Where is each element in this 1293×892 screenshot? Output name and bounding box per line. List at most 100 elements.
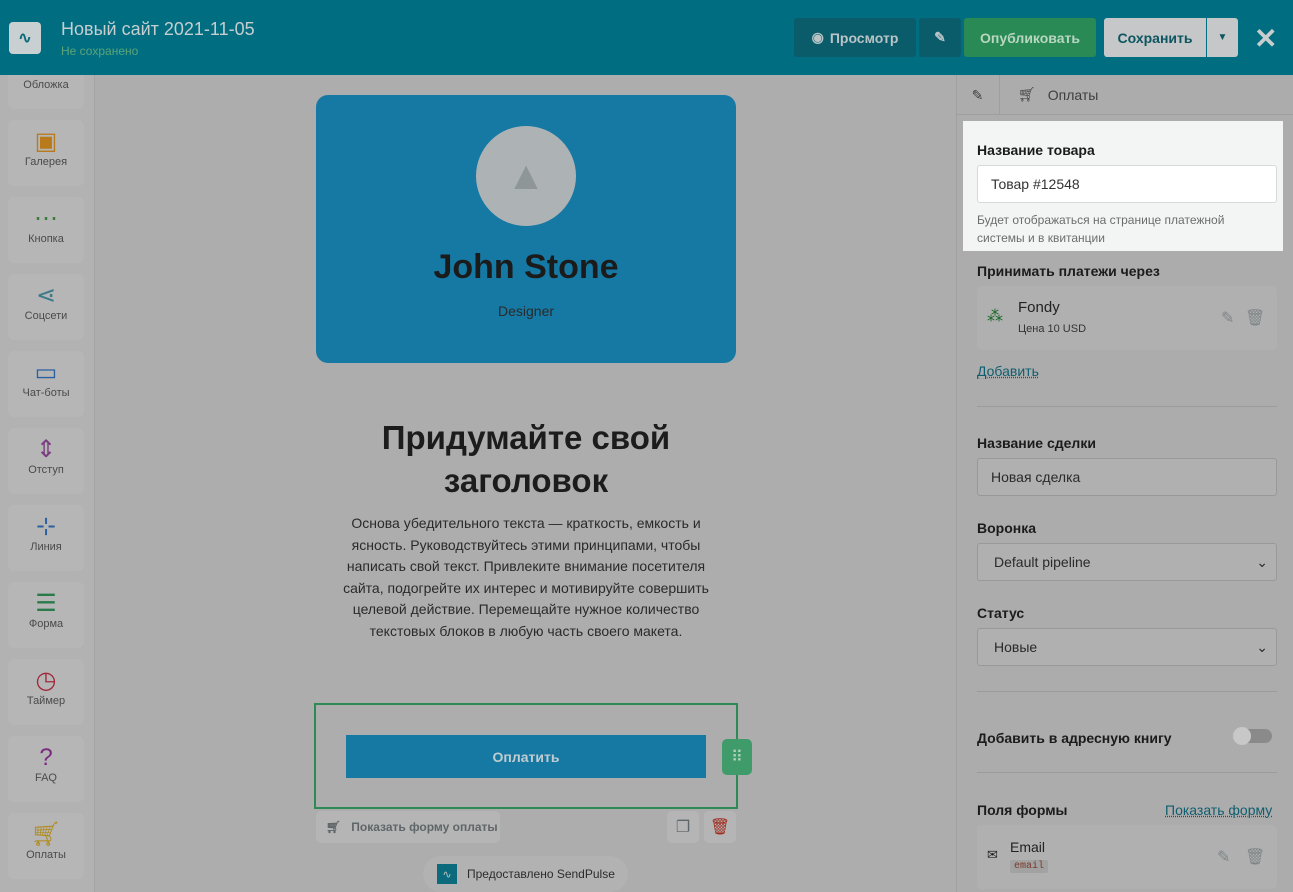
add-provider-link[interactable]: Добавить [977, 363, 1039, 379]
chevron-down-icon: ⌄ [1256, 553, 1268, 570]
publish-button[interactable]: Опубликовать [964, 18, 1096, 57]
deal-name-label: Название сделки [977, 435, 1096, 451]
top-bar: ∿ Новый сайт 2021-11-05 Не сохранено ◉ Пр… [0, 0, 1293, 75]
show-payment-form-button[interactable]: 🛒︎ Показать форму оплаты [316, 811, 500, 843]
product-name-label: Название товара [977, 142, 1095, 158]
sidebar-item-share[interactable]: ⋖ Соцсети [8, 274, 84, 340]
address-book-toggle[interactable] [1233, 727, 1272, 745]
show-form-label: Показать форму оплаты [351, 820, 498, 834]
cart-icon: 🛒︎ [1018, 86, 1036, 102]
sidebar-item-label: Обложка [23, 79, 69, 91]
address-book-label: Добавить в адресную книгу [977, 730, 1172, 746]
divider [977, 772, 1277, 773]
envelope-icon: ✉ [987, 847, 998, 862]
copy-icon[interactable]: ❐ [667, 811, 699, 843]
design-tools-button[interactable]: ✎ [919, 18, 961, 57]
divider [977, 406, 1277, 407]
save-button[interactable]: Сохранить [1104, 18, 1206, 57]
trash-icon[interactable]: 🗑︎ [1245, 308, 1265, 328]
pencil-icon[interactable]: ✎ [1217, 847, 1230, 867]
drag-handle-icon[interactable]: ⠿ [722, 739, 752, 775]
save-status: Не сохранено [61, 44, 139, 58]
sidebar-item-form[interactable]: ☰ Форма [8, 582, 84, 648]
site-title: Новый сайт 2021-11-05 [61, 19, 255, 39]
close-icon[interactable]: ✕ [1254, 22, 1277, 55]
deal-name-input[interactable]: Новая сделка [977, 458, 1277, 496]
status-select[interactable]: Новые ⌄ [977, 628, 1277, 666]
sidebar-item-cover[interactable]: ◠Обложка [8, 75, 84, 109]
pencil-icon[interactable]: ✎ [1221, 308, 1234, 328]
sidebar-item-gallery[interactable]: ▣ Галерея [8, 120, 84, 186]
faq-icon: ? [39, 744, 53, 771]
show-form-link[interactable]: Показать форму [1165, 802, 1272, 818]
sidebar-item-button[interactable]: ⋯ Кнопка [8, 197, 84, 263]
sidebar-item-label: Галерея [24, 156, 68, 168]
status-label: Статус [977, 605, 1025, 621]
funnel-label: Воронка [977, 520, 1037, 536]
funnel-select[interactable]: Default pipeline ⌄ [977, 543, 1277, 581]
sidebar-item-label: Отступ [28, 464, 64, 476]
sendpulse-logo-icon: ∿ [437, 864, 457, 884]
caret-down-icon: ▼ [1217, 32, 1228, 43]
form-fields-label: Поля формы [977, 802, 1068, 818]
provider-price: Цена 10 USD [1018, 323, 1087, 335]
sendpulse-logo-icon[interactable]: ∿ [9, 22, 41, 54]
line-icon: ⊹ [35, 513, 57, 540]
accept-payments-label: Принимать платежи через [977, 263, 1160, 279]
sidebar-item-label: Таймер [26, 695, 66, 707]
image-placeholder-icon[interactable]: ▲ [476, 126, 576, 226]
sidebar-item-chat[interactable]: ▭ Чат-боты [8, 351, 84, 417]
headline-text[interactable]: Придумайте свой заголовок [316, 416, 736, 502]
field-tag: email [1010, 860, 1049, 873]
trash-icon[interactable]: 🗑︎ [704, 811, 736, 843]
field-name: Email [1010, 839, 1046, 855]
sidebar-item-faq[interactable]: ? FAQ [8, 736, 84, 802]
powered-label: Предоставлено SendPulse [467, 867, 615, 881]
timer-icon: ◷ [35, 667, 57, 694]
sidebar-item-label: Соцсети [24, 310, 68, 322]
blocks-sidebar: ◠Обложка ▣Галерея ⋯Кнопка ⋖Соцсети ▭Чат-боты… [0, 75, 95, 892]
sidebar-item-label: Кнопка [28, 233, 64, 245]
cart-icon: 🛒︎ [30, 821, 62, 848]
chevron-down-icon: ⌄ [1256, 638, 1268, 655]
payment-provider-card: ⁂ Fondy Цена 10 USD ✎ 🗑︎ [977, 286, 1277, 350]
fondy-logo-icon: ⁂ [987, 308, 1003, 325]
powered-by-badge[interactable]: ∿ Предоставлено SendPulse [423, 856, 628, 892]
sidebar-item-cart[interactable]: 🛒︎ Оплаты [8, 813, 84, 879]
breadcrumb-current: Оплаты [1047, 86, 1099, 103]
status-value: Новые [994, 639, 1038, 655]
chat-icon: ▭ [34, 359, 58, 386]
toggle-knob [1233, 727, 1251, 745]
sidebar-item-line[interactable]: ⊹ Линия [8, 505, 84, 571]
share-icon: ⋖ [35, 282, 57, 309]
preview-label: Просмотр [829, 29, 899, 46]
sidebar-item-label: FAQ [34, 772, 57, 784]
profile-role[interactable]: Designer [316, 303, 736, 319]
button-icon: ⋯ [34, 205, 58, 232]
body-text[interactable]: Основа убедительного текста — краткость,… [340, 513, 712, 642]
cart-icon: 🛒︎ [326, 820, 342, 834]
form-icon: ☰ [35, 590, 57, 617]
pencil-ruler-icon: ✎ [934, 29, 946, 45]
gallery-icon: ▣ [34, 128, 58, 155]
provider-name: Fondy [1018, 299, 1060, 316]
breadcrumb: ✎ 🛒︎ Оплаты [956, 74, 1293, 115]
divider [977, 691, 1277, 692]
sidebar-item-label: Оплаты [26, 849, 66, 861]
product-name-input[interactable]: Товар #12548 [977, 165, 1277, 203]
product-name-hint: Будет отображаться на странице платежной… [977, 213, 1225, 245]
pay-button[interactable]: Оплатить [346, 735, 706, 778]
profile-name[interactable]: John Stone [316, 248, 736, 287]
trash-icon[interactable]: 🗑︎ [1245, 847, 1265, 867]
form-field-card: ✉ Email email ✎ 🗑︎ [977, 825, 1277, 889]
save-dropdown-button[interactable]: ▼ [1207, 18, 1238, 57]
eye-icon: ◉ [811, 29, 824, 45]
spacing-icon: ⇕ [35, 436, 57, 463]
design-tools-icon[interactable]: ✎ [956, 74, 1000, 115]
sidebar-item-label: Чат-боты [22, 387, 70, 399]
sidebar-item-label: Форма [28, 618, 64, 630]
sidebar-item-timer[interactable]: ◷ Таймер [8, 659, 84, 725]
preview-button[interactable]: ◉ Просмотр [794, 18, 916, 57]
sidebar-item-spacing[interactable]: ⇕ Отступ [8, 428, 84, 494]
funnel-value: Default pipeline [994, 554, 1091, 570]
